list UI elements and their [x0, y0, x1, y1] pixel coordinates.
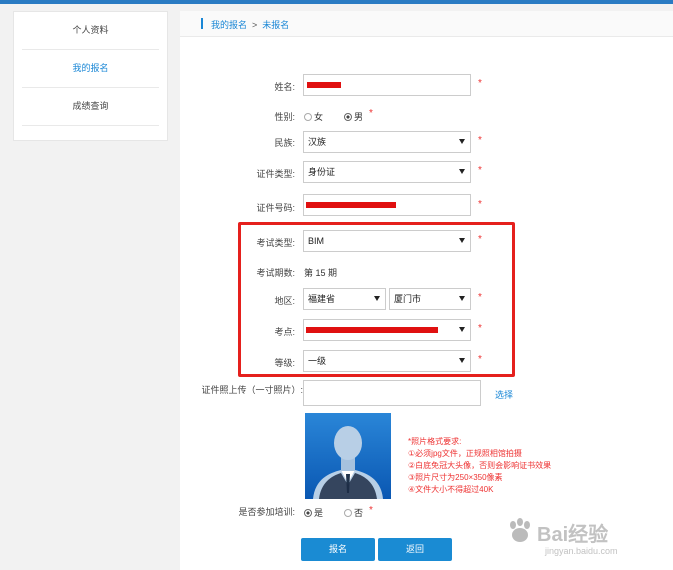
training-yes-radio[interactable]: [304, 509, 312, 517]
breadcrumb-text: 我的报名 > 未报名: [211, 18, 289, 31]
back-button[interactable]: 返回: [378, 538, 452, 561]
gender-male-text: 男: [354, 112, 364, 122]
training-label: 是否参加培训:: [238, 507, 295, 517]
submit-registration-button[interactable]: 报名: [301, 538, 375, 561]
watermark-url: jingyan.baidu.com: [545, 546, 618, 556]
id-number-label: 证件号码:: [256, 203, 295, 213]
ethnicity-select[interactable]: 汉族: [303, 131, 471, 153]
id-number-redaction: [306, 202, 396, 208]
breadcrumb-separator: >: [252, 20, 258, 30]
top-bar: [0, 0, 673, 4]
chevron-down-icon: [459, 139, 465, 144]
name-required-mark: *: [478, 78, 482, 89]
sidebar-item-profile[interactable]: 个人资料: [22, 12, 159, 50]
training-yes-option[interactable]: 是: [304, 506, 323, 519]
gender-male-radio[interactable]: [344, 113, 352, 121]
choose-file-link[interactable]: 选择: [495, 388, 513, 401]
gender-female-text: 女: [314, 112, 324, 122]
training-no-option[interactable]: 否: [344, 506, 363, 519]
photo-requirement-4: ④文件大小不得超过40K: [408, 485, 494, 494]
photo-placeholder: [305, 413, 391, 499]
photo-requirement-2: ②白底免冠大头像，否则会影响证书效果: [408, 461, 552, 470]
gender-label: 性别:: [274, 112, 295, 122]
highlight-annotation-box: [238, 222, 515, 377]
training-no-text: 否: [354, 508, 364, 518]
photo-upload-label: 证件照上传（一寸照片）:: [201, 385, 303, 395]
chevron-down-icon: [459, 169, 465, 174]
training-no-radio[interactable]: [344, 509, 352, 517]
sidebar: 个人资料 我的报名 成绩查询: [13, 11, 168, 141]
photo-requirement-1: ①必须jpg文件，正规照相馆拍摄: [408, 449, 522, 458]
breadcrumb: 我的报名 > 未报名: [180, 11, 673, 37]
photo-requirement-3: ③照片尺寸为250×350像素: [408, 473, 503, 482]
gender-male-option[interactable]: 男: [344, 110, 363, 123]
name-label: 姓名:: [274, 82, 295, 92]
id-type-required-mark: *: [478, 165, 482, 176]
id-type-select[interactable]: 身份证: [303, 161, 471, 183]
training-required-mark: *: [369, 505, 373, 516]
photo-requirements-title: *照片格式要求:: [408, 437, 462, 446]
ethnicity-value: 汉族: [308, 137, 327, 147]
breadcrumb-current[interactable]: 未报名: [262, 20, 289, 30]
sidebar-item-score-query[interactable]: 成绩查询: [22, 88, 159, 126]
breadcrumb-marker: [201, 18, 203, 29]
gender-required-mark: *: [369, 108, 373, 119]
training-yes-text: 是: [314, 508, 324, 518]
paw-logo-icon: [510, 518, 530, 542]
baidu-jingyan-watermark: Bai经验 jingyan.baidu.com: [505, 514, 665, 564]
id-number-required-mark: *: [478, 199, 482, 210]
ethnicity-required-mark: *: [478, 135, 482, 146]
id-type-value: 身份证: [308, 167, 336, 177]
watermark-brand: Bai经验: [537, 524, 609, 546]
ethnicity-label: 民族:: [274, 138, 295, 148]
gender-female-option[interactable]: 女: [304, 110, 323, 123]
sidebar-item-my-registration[interactable]: 我的报名: [22, 50, 159, 88]
breadcrumb-parent-link[interactable]: 我的报名: [211, 20, 247, 30]
id-type-label: 证件类型:: [256, 169, 295, 179]
gender-female-radio[interactable]: [304, 113, 312, 121]
name-redaction: [307, 82, 341, 88]
photo-upload-input[interactable]: [303, 380, 481, 406]
person-silhouette-icon: [313, 426, 383, 499]
